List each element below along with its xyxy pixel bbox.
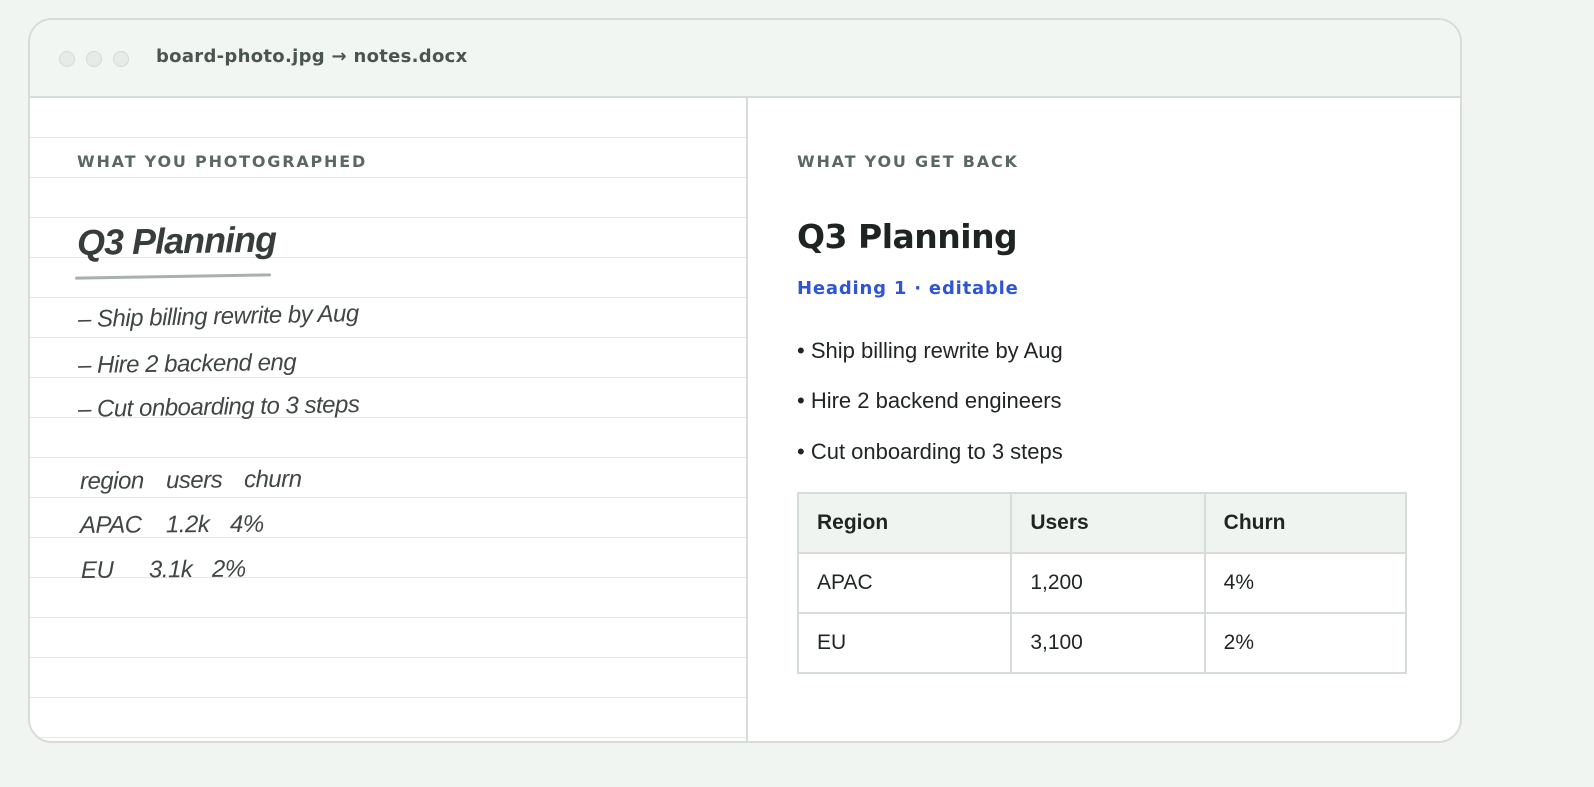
- handwritten-cell: 2%: [211, 555, 246, 583]
- table-header-row: Region Users Churn: [796, 492, 1408, 554]
- table-cell[interactable]: 1,200: [1010, 552, 1206, 614]
- handwritten-table-header: region users churn: [80, 466, 302, 496]
- handwritten-cell: APAC: [79, 511, 142, 539]
- document-bullet[interactable]: • Ship billing rewrite by Aug: [797, 338, 1063, 364]
- column-header-region[interactable]: Region: [796, 492, 1013, 554]
- handwritten-title: Q3 Planning: [76, 218, 277, 263]
- table-cell[interactable]: 3,100: [1010, 612, 1206, 674]
- handwritten-cell: users: [165, 466, 223, 495]
- handwritten-line: – Cut onboarding to 3 steps: [77, 391, 360, 423]
- handwritten-cell: 1.2k: [165, 511, 210, 539]
- table-cell[interactable]: 4%: [1203, 552, 1408, 614]
- column-header-churn[interactable]: Churn: [1203, 492, 1408, 554]
- handwritten-cell: churn: [243, 465, 302, 494]
- photographed-label: WHAT YOU PHOTOGRAPHED: [77, 152, 368, 171]
- photographed-pane: WHAT YOU PHOTOGRAPHED Q3 Planning – Ship…: [30, 98, 746, 741]
- handwritten-cell: EU: [80, 556, 114, 584]
- handwritten-underline: [74, 273, 272, 280]
- table-cell[interactable]: EU: [796, 612, 1013, 674]
- table-cell[interactable]: 2%: [1203, 612, 1408, 674]
- handwritten-cell: 4%: [229, 510, 264, 538]
- window-maximize-button[interactable]: [113, 51, 129, 67]
- window-title: board-photo.jpg → notes.docx: [156, 46, 468, 67]
- handwritten-cell: region: [79, 467, 144, 495]
- table-row: APAC 1,200 4%: [796, 552, 1408, 614]
- title-bar: board-photo.jpg → notes.docx: [30, 20, 1460, 98]
- heading-style-tag: Heading 1 · editable: [797, 278, 1019, 299]
- document-heading[interactable]: Q3 Planning: [797, 217, 1018, 256]
- handwritten-table-row: APAC 1.2k 4%: [80, 511, 264, 540]
- handwritten-line: – Ship billing rewrite by Aug: [77, 300, 359, 333]
- result-label: WHAT YOU GET BACK: [797, 152, 1019, 171]
- handwritten-line: – Hire 2 backend eng: [77, 348, 297, 379]
- window-close-button[interactable]: [59, 51, 75, 67]
- column-header-users[interactable]: Users: [1010, 492, 1206, 554]
- table-cell[interactable]: APAC: [796, 552, 1013, 614]
- document-pane: WHAT YOU GET BACK Q3 Planning Heading 1 …: [748, 98, 1460, 741]
- document-table: Region Users Churn APAC 1,200 4% EU 3,10…: [796, 492, 1408, 674]
- document-bullet[interactable]: • Hire 2 backend engineers: [797, 388, 1062, 414]
- app-window: board-photo.jpg → notes.docx WHAT YOU PH…: [28, 18, 1462, 743]
- handwritten-table-row: EU 3.1k 2%: [81, 556, 246, 585]
- handwritten-cell: 3.1k: [148, 556, 193, 584]
- window-minimize-button[interactable]: [86, 51, 102, 67]
- table-row: EU 3,100 2%: [796, 612, 1408, 674]
- document-bullet[interactable]: • Cut onboarding to 3 steps: [797, 439, 1063, 465]
